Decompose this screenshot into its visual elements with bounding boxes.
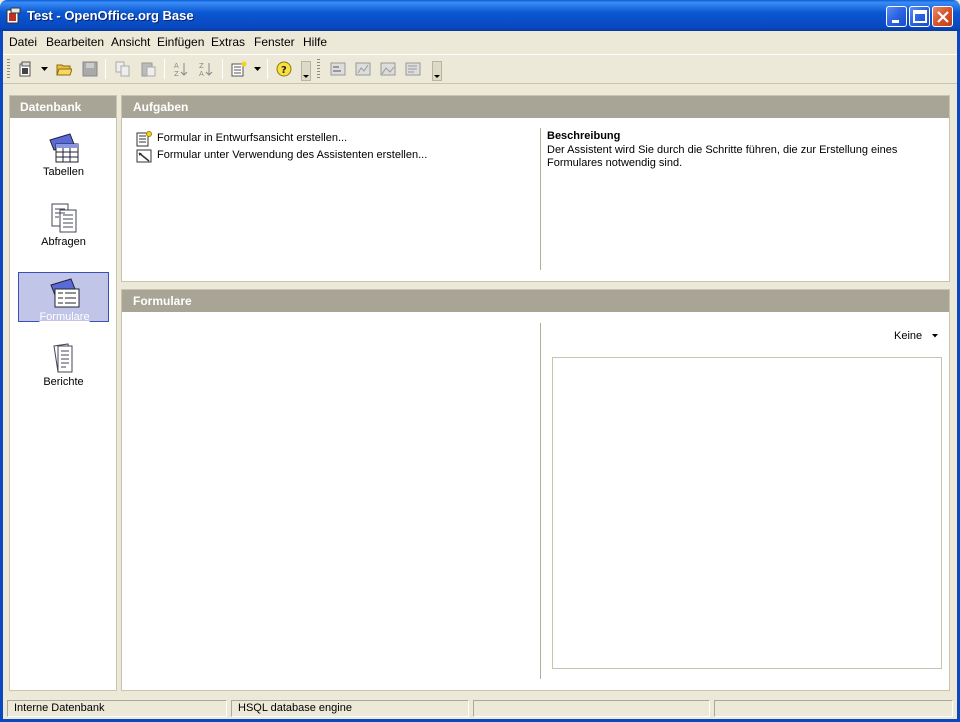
open-folder-icon — [56, 64, 72, 76]
report-icon — [53, 343, 73, 373]
maximize-button[interactable] — [909, 6, 930, 27]
new-document-icon — [19, 61, 31, 77]
status-database-type: Interne Datenbank — [7, 700, 227, 717]
forms-panel: Formulare Keine — [121, 289, 950, 691]
toolbar-grip[interactable] — [7, 59, 10, 79]
list-icon — [405, 62, 421, 76]
chevron-down-icon[interactable] — [41, 67, 48, 72]
chevron-down-icon — [303, 75, 309, 78]
window-frame-left — [0, 31, 3, 722]
paste-icon — [141, 62, 156, 77]
save-icon — [82, 61, 98, 77]
sidebar-item-berichte[interactable]: Berichte — [18, 338, 109, 388]
toolbar-separator — [222, 59, 223, 79]
toolbar-more-button[interactable] — [432, 61, 442, 81]
maximize-icon — [913, 10, 927, 23]
help-icon: ? — [276, 61, 292, 77]
menu-einfuegen[interactable]: Einfügen — [157, 35, 204, 49]
task-label: Formular unter Verwendung des Assistente… — [157, 149, 428, 161]
chevron-down-icon — [434, 75, 440, 78]
sidebar-item-abfragen[interactable]: Abfragen — [18, 198, 109, 248]
minimize-button[interactable] — [886, 6, 907, 27]
forms-header: Formulare — [122, 290, 949, 312]
toolbar-more-button[interactable] — [301, 61, 311, 81]
menu-bar: Datei Bearbeiten Ansicht Einfügen Extras… — [3, 31, 957, 53]
sidebar-item-label: Berichte — [43, 376, 84, 388]
sidebar-item-label: Tabellen — [43, 166, 84, 178]
paste-button[interactable] — [137, 58, 159, 80]
menu-fenster[interactable]: Fenster — [254, 35, 295, 49]
sidebar-item-label: Formulare — [39, 311, 90, 323]
image-button[interactable] — [377, 58, 399, 80]
svg-text:A: A — [174, 62, 179, 70]
svg-text:Z: Z — [199, 62, 204, 70]
status-database-engine: HSQL database engine — [231, 700, 469, 717]
standard-toolbar: AZ ZA ? — [3, 54, 957, 84]
form-design-icon — [330, 62, 346, 76]
minimize-icon — [892, 20, 899, 23]
form-design-button[interactable] — [327, 58, 349, 80]
help-button[interactable]: ? — [273, 58, 295, 80]
sort-descending-icon: ZA — [199, 62, 213, 77]
status-bar: Interne Datenbank HSQL database engine — [3, 698, 957, 719]
new-document-button[interactable] — [15, 58, 37, 80]
close-button[interactable] — [932, 6, 953, 27]
list-button[interactable] — [402, 58, 424, 80]
save-button[interactable] — [79, 58, 101, 80]
report-icon — [355, 62, 371, 76]
sidebar-header: Datenbank — [10, 96, 116, 118]
new-form-icon — [231, 61, 247, 77]
copy-icon — [115, 61, 130, 77]
task-label: Formular in Entwurfsansicht erstellen... — [157, 132, 348, 144]
chevron-down-icon[interactable] — [932, 334, 938, 338]
form-icon — [50, 278, 80, 308]
tasks-panel: Aufgaben Formular in Entwurfsansicht ers… — [121, 95, 950, 282]
chevron-down-icon[interactable] — [254, 67, 261, 72]
menu-bearbeiten[interactable]: Bearbeiten — [46, 35, 104, 49]
sort-ascending-icon: AZ — [174, 62, 188, 77]
window-title: Test - OpenOffice.org Base — [27, 8, 194, 23]
database-sidebar: Datenbank Tabellen Abfragen Formulare Be… — [9, 95, 117, 691]
query-icon — [51, 203, 77, 233]
openoffice-base-icon — [6, 7, 21, 24]
sort-ascending-button[interactable]: AZ — [170, 58, 192, 80]
open-button[interactable] — [53, 58, 75, 80]
menu-hilfe[interactable]: Hilfe — [303, 35, 327, 49]
new-form-button[interactable] — [228, 58, 250, 80]
sidebar-item-label: Abfragen — [41, 236, 86, 248]
toolbar-separator — [267, 59, 268, 79]
form-design-icon — [136, 131, 152, 147]
sort-descending-button[interactable]: ZA — [195, 58, 217, 80]
wizard-icon — [136, 149, 152, 163]
image-icon — [380, 62, 396, 76]
copy-button[interactable] — [112, 58, 134, 80]
menu-datei[interactable]: Datei — [9, 35, 37, 49]
svg-text:Z: Z — [174, 70, 179, 77]
tasks-header: Aufgaben — [122, 96, 949, 118]
close-icon — [937, 11, 949, 23]
title-bar: Test - OpenOffice.org Base — [0, 0, 960, 31]
svg-text:A: A — [199, 70, 204, 77]
status-cell-empty — [473, 700, 710, 717]
svg-text:?: ? — [281, 65, 287, 76]
table-icon — [49, 133, 79, 163]
menu-extras[interactable]: Extras — [211, 35, 245, 49]
toolbar-grip[interactable] — [317, 59, 320, 79]
sidebar-item-formulare[interactable]: Formulare — [18, 272, 109, 323]
toolbar-separator — [105, 59, 106, 79]
description-title: Beschreibung — [547, 130, 621, 142]
tasks-divider — [540, 128, 541, 270]
menu-ansicht[interactable]: Ansicht — [111, 35, 150, 49]
preview-mode-dropdown[interactable]: Keine — [894, 330, 922, 342]
sidebar-item-tabellen[interactable]: Tabellen — [18, 128, 109, 178]
preview-area — [552, 357, 942, 669]
description-text: Der Assistent wird Sie durch die Schritt… — [547, 144, 898, 169]
toolbar-separator — [164, 59, 165, 79]
report-button[interactable] — [352, 58, 374, 80]
status-cell-empty — [714, 700, 953, 717]
forms-divider — [540, 323, 541, 679]
